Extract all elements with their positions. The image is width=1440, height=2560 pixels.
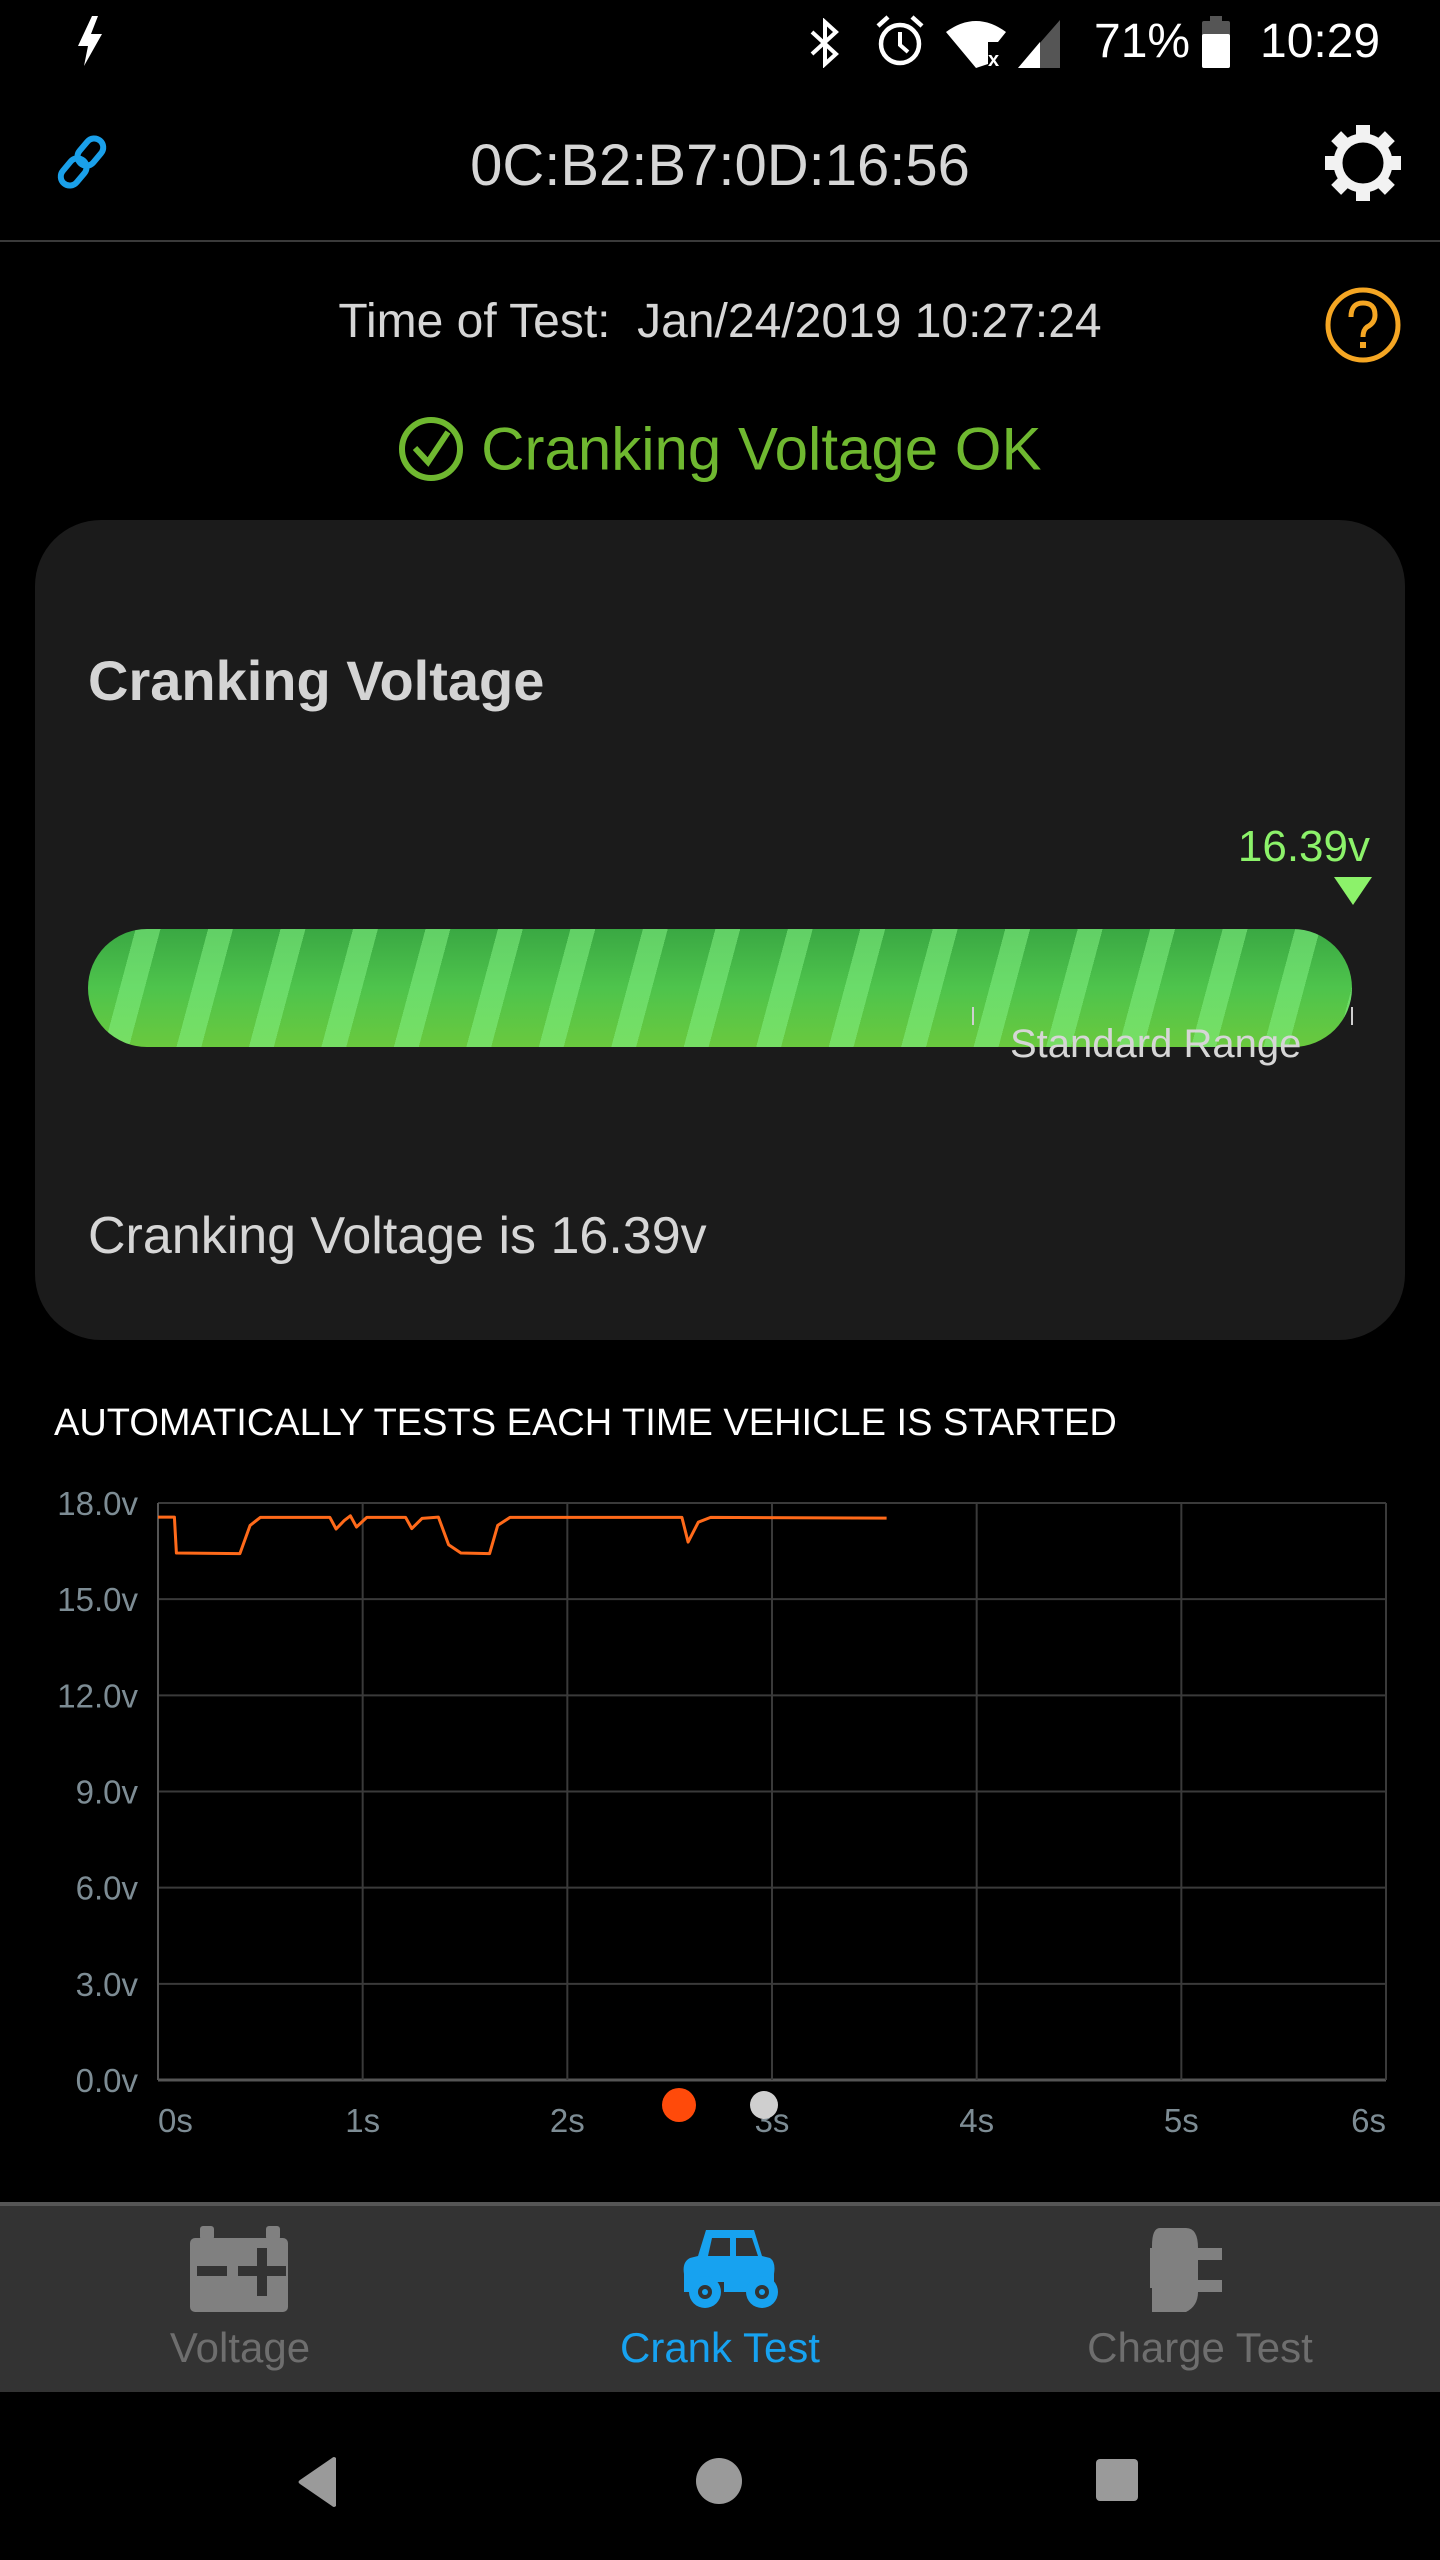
x-tick-label: 5s: [1164, 2102, 1199, 2139]
nav-label: Voltage: [169, 2324, 311, 2371]
recents-button[interactable]: [1095, 2458, 1139, 2502]
y-tick-label: 15.0v: [57, 1581, 138, 1618]
status-bar: x 71% 10:29: [0, 0, 1440, 84]
x-tick-label: 2s: [550, 2102, 585, 2139]
plug-icon: [1150, 2228, 1222, 2312]
y-tick-label: 18.0v: [57, 1485, 138, 1522]
page-dot-active[interactable]: [662, 2088, 696, 2122]
range-end-tick: [1351, 1007, 1353, 1025]
car-icon: [683, 2230, 778, 2308]
gear-icon[interactable]: [1323, 123, 1403, 203]
app-header: 0C:B2:B7:0D:16:56: [0, 84, 1440, 241]
wifi-no-internet-icon: x: [946, 21, 1006, 68]
help-icon[interactable]: [1323, 285, 1403, 365]
test-status: Cranking Voltage OK: [0, 410, 1440, 484]
battery-percent: 71%: [1094, 15, 1191, 68]
home-button[interactable]: [694, 2456, 744, 2506]
y-tick-label: 6.0v: [76, 1870, 139, 1907]
svg-text:x: x: [988, 49, 999, 68]
chart-caption: AUTOMATICALLY TESTS EACH TIME VEHICLE IS…: [54, 1402, 1117, 1444]
x-tick-label: 6s: [1351, 2102, 1386, 2139]
battery-icon: [1202, 16, 1230, 68]
battery-icon: [190, 2226, 288, 2312]
nav-label: Charge Test: [1087, 2324, 1313, 2371]
nav-label: Crank Test: [620, 2324, 820, 2371]
nav-item-voltage[interactable]: Voltage: [0, 2206, 480, 2396]
standard-range-label: Standard Range: [1010, 1022, 1302, 1066]
nav-item-charge-test[interactable]: Charge Test: [960, 2206, 1440, 2396]
x-tick-label: 0s: [158, 2102, 193, 2139]
alarm-icon: [876, 15, 924, 66]
header-divider: [0, 240, 1440, 242]
check-circle-icon: [399, 417, 464, 482]
y-tick-label: 3.0v: [76, 1966, 139, 2003]
nav-item-crank-test[interactable]: Crank Test: [480, 2206, 960, 2396]
device-address-title: 0C:B2:B7:0D:16:56: [470, 133, 970, 198]
test-status-text: Cranking Voltage OK: [481, 415, 1042, 483]
page-dot[interactable]: [750, 2091, 778, 2119]
range-start-tick: [972, 1007, 974, 1025]
x-tick-label: 4s: [959, 2102, 994, 2139]
x-tick-label: 1s: [345, 2102, 380, 2139]
charging-bolt-icon: [78, 16, 102, 66]
bar-value-label: 16.39v: [1237, 822, 1370, 871]
system-nav-bar: [0, 2392, 1440, 2560]
bottom-nav: Voltage Crank Test Charge Test: [0, 2202, 1440, 2396]
time-of-test: Time of Test: Jan/24/2019 10:27:24: [338, 295, 1102, 348]
card-title: Cranking Voltage: [88, 649, 545, 712]
y-tick-label: 9.0v: [76, 1774, 139, 1811]
cellular-signal-icon: [1018, 20, 1060, 68]
y-tick-label: 12.0v: [57, 1677, 138, 1714]
voltage-chart[interactable]: 0.0v3.0v6.0v9.0v12.0v15.0v18.0v 0s 1s 2s 3s…: [0, 1470, 1440, 2150]
back-button[interactable]: [296, 2456, 342, 2508]
bar-marker-icon: [1334, 877, 1372, 905]
series-line: [158, 1514, 887, 1556]
voltage-summary: Cranking Voltage is 16.39v: [88, 1207, 707, 1265]
y-tick-label: 0.0v: [76, 2062, 139, 2099]
clock: 10:29: [1260, 15, 1381, 68]
bluetooth-icon: [810, 18, 839, 68]
